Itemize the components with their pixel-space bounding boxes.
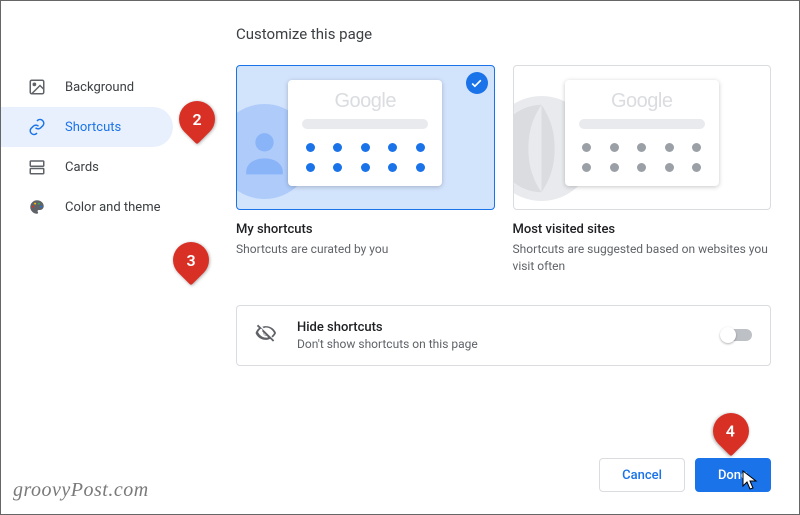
mini-page: Google (565, 80, 719, 186)
sidebar-item-color-theme[interactable]: Color and theme (1, 187, 173, 227)
mini-page: Google (288, 80, 442, 186)
hide-title: Hide shortcuts (297, 320, 722, 335)
palette-icon (27, 197, 47, 217)
sidebar-item-label: Cards (65, 160, 99, 175)
annotation-badge-4: 4 (713, 413, 749, 449)
hide-desc: Don't show shortcuts on this page (297, 337, 722, 351)
preview-most-visited: Google (513, 65, 772, 210)
cards-icon (27, 157, 47, 177)
page-title: Customize this page (236, 25, 771, 43)
option-desc: Shortcuts are curated by you (236, 241, 495, 258)
sidebar-item-label: Background (65, 80, 134, 95)
mouse-cursor-icon (742, 470, 760, 496)
google-logo: Google (302, 90, 428, 113)
eye-off-icon (255, 322, 277, 348)
option-my-shortcuts[interactable]: Google My shortcuts Shortcuts are curate… (236, 65, 495, 275)
sidebar-item-background[interactable]: Background (1, 67, 173, 107)
sidebar-item-label: Shortcuts (65, 120, 121, 135)
image-icon (27, 77, 47, 97)
option-desc: Shortcuts are suggested based on website… (513, 241, 772, 275)
sidebar-item-shortcuts[interactable]: Shortcuts (1, 107, 173, 147)
link-icon (27, 117, 47, 137)
hide-shortcuts-row: Hide shortcuts Don't show shortcuts on t… (236, 305, 771, 366)
sidebar-item-cards[interactable]: Cards (1, 147, 173, 187)
check-icon (466, 72, 488, 94)
cancel-button[interactable]: Cancel (599, 458, 685, 492)
preview-my-shortcuts: Google (236, 65, 495, 210)
annotation-badge-3: 3 (173, 242, 209, 278)
option-most-visited[interactable]: Google Most visited sites Shortcuts are … (513, 65, 772, 275)
option-title: My shortcuts (236, 222, 495, 237)
hide-shortcuts-toggle[interactable] (722, 329, 752, 341)
sidebar: Background Shortcuts Cards Color and the… (1, 1, 181, 514)
option-title: Most visited sites (513, 222, 772, 237)
watermark: groovyPost.com (13, 479, 149, 502)
google-logo: Google (579, 90, 705, 113)
cancel-label: Cancel (622, 468, 662, 483)
sidebar-item-label: Color and theme (65, 200, 161, 215)
annotation-badge-2: 2 (179, 101, 215, 137)
main-panel: Customize this page Google (181, 1, 799, 514)
